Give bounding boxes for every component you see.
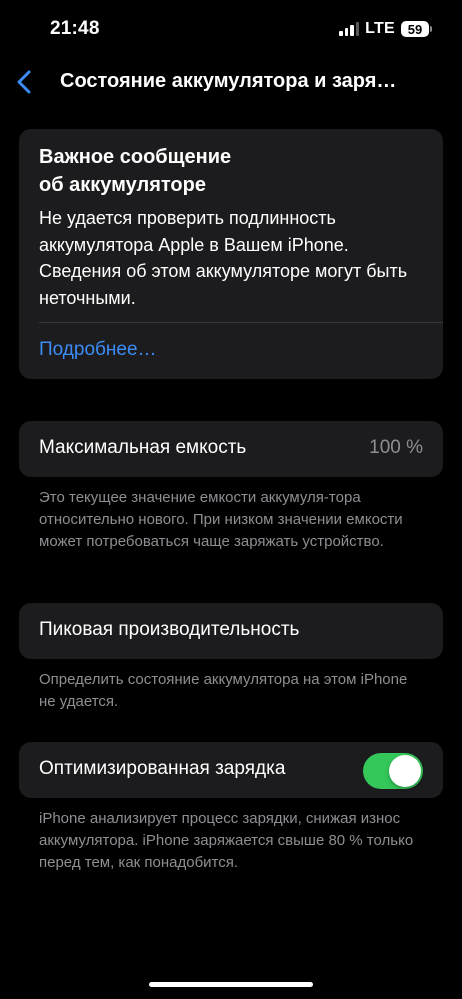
cellular-signal-icon — [339, 22, 360, 36]
maximum-capacity-row: Максимальная емкость 100 % — [19, 421, 443, 477]
peak-performance-label: Пиковая производительность — [39, 619, 300, 640]
divider — [39, 322, 443, 323]
back-button[interactable] — [6, 62, 42, 102]
home-indicator[interactable] — [149, 982, 313, 987]
status-indicators: LTE 59 — [339, 20, 432, 38]
page-title: Состояние аккумулятора и заря… — [60, 70, 397, 92]
message-title: Важное сообщение об аккумуляторе — [39, 143, 419, 199]
battery-level: 59 — [401, 21, 429, 37]
network-type: LTE — [365, 20, 395, 37]
learn-more-link[interactable]: Подробнее… — [39, 339, 157, 361]
optimized-charging-row: Оптимизированная зарядка — [19, 742, 443, 798]
status-time: 21:48 — [50, 18, 100, 39]
battery-icon: 59 — [401, 21, 432, 37]
optimized-charging-label: Оптимизированная зарядка — [39, 758, 286, 779]
optimized-charging-toggle[interactable] — [363, 753, 423, 789]
status-bar: 21:48 LTE 59 — [0, 0, 462, 62]
navigation-bar: Состояние аккумулятора и заря… — [0, 62, 462, 102]
maximum-capacity-footnote: Это текущее значение емкости аккумуля-то… — [39, 489, 403, 550]
peak-performance-row[interactable]: Пиковая производительность — [19, 603, 443, 659]
toggle-knob — [389, 755, 421, 787]
maximum-capacity-value: 100 % — [369, 437, 423, 458]
message-body: Не удается проверить подлинность аккумул… — [39, 208, 408, 308]
optimized-charging-footnote: iPhone анализирует процесс зарядки, сниж… — [39, 810, 414, 871]
peak-performance-footnote: Определить состояние аккумулятора на это… — [39, 671, 408, 710]
maximum-capacity-label: Максимальная емкость — [39, 437, 247, 458]
message-title-text: Важное сообщение об аккумуляторе — [39, 146, 232, 196]
battery-message-card: Важное сообщение об аккумуляторе Не удае… — [19, 129, 443, 379]
chevron-left-icon — [17, 70, 31, 94]
